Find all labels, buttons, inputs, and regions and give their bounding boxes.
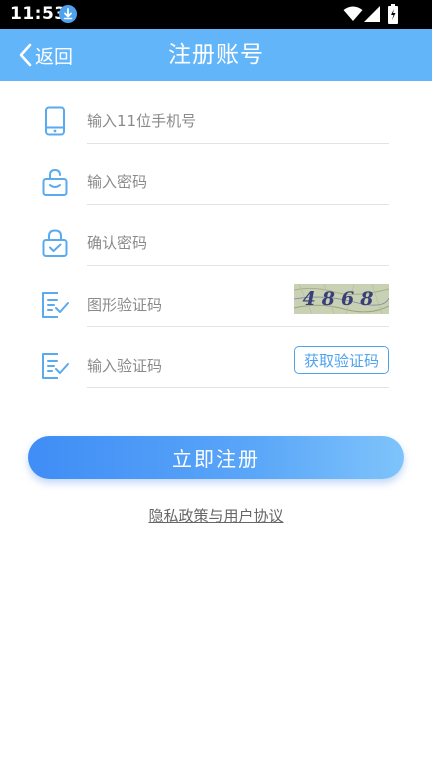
password-input[interactable] <box>87 167 389 197</box>
sms-code-input[interactable] <box>87 351 287 381</box>
lock-check-icon <box>42 229 68 257</box>
password-row <box>0 152 432 214</box>
captcha-text: 4868 <box>303 288 380 310</box>
get-code-button[interactable]: 获取验证码 <box>294 346 389 374</box>
verify-icon <box>42 292 69 318</box>
confirm-password-row <box>0 213 432 275</box>
register-button[interactable]: 立即注册 <box>28 436 404 479</box>
captcha-input[interactable] <box>87 290 287 320</box>
page-title: 注册账号 <box>168 42 264 68</box>
wifi-icon <box>343 6 363 21</box>
sms-code-row: 获取验证码 <box>0 335 432 397</box>
phone-divider <box>87 143 389 144</box>
sms-code-divider <box>87 387 389 388</box>
phone-icon <box>45 106 65 136</box>
captcha-divider <box>87 326 389 327</box>
phone-row <box>0 91 432 153</box>
lock-open-icon <box>42 168 68 196</box>
status-bar: 11:53 <box>0 0 432 29</box>
download-icon <box>59 5 77 23</box>
phone-input[interactable] <box>87 106 389 136</box>
captcha-graphic: 4868 <box>293 283 390 315</box>
confirm-password-input[interactable] <box>87 228 389 258</box>
confirm-password-divider <box>87 265 389 266</box>
captcha-image[interactable]: 4868 <box>293 283 390 315</box>
verify-icon <box>42 353 69 379</box>
captcha-row: 4868 <box>0 274 432 336</box>
privacy-policy-link[interactable]: 隐私政策与用户协议 <box>0 505 432 526</box>
signal-icon <box>364 6 380 22</box>
password-divider <box>87 204 389 205</box>
nav-bar: 返回 注册账号 <box>0 29 432 81</box>
battery-icon <box>388 4 398 24</box>
